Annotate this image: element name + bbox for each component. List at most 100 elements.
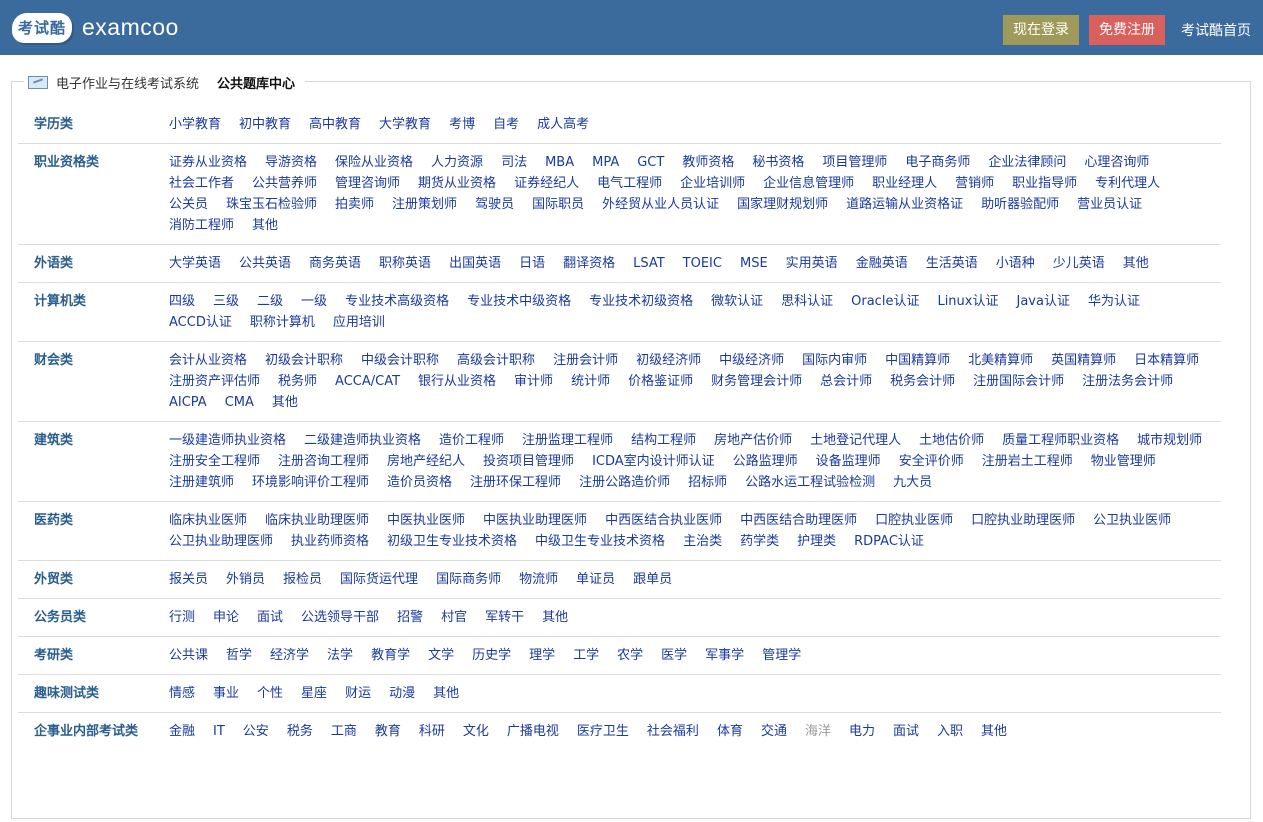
category-link[interactable]: 造价工程师 <box>439 430 504 451</box>
category-link[interactable]: 税务师 <box>278 371 317 392</box>
category-link[interactable]: 护理类 <box>797 531 836 552</box>
category-link[interactable]: 三级 <box>213 291 239 312</box>
category-link[interactable]: 电力 <box>849 721 875 742</box>
category-link[interactable]: 环境影响评价工程师 <box>252 472 369 493</box>
category-link[interactable]: 道路运输从业资格证 <box>846 194 963 215</box>
category-link[interactable]: MPA <box>592 152 619 173</box>
category-link[interactable]: 企业培训师 <box>680 173 745 194</box>
category-link[interactable]: 设备监理师 <box>816 451 881 472</box>
category-link[interactable]: 土地登记代理人 <box>810 430 901 451</box>
category-link[interactable]: 报检员 <box>283 569 322 590</box>
category-link[interactable]: 财运 <box>345 683 371 704</box>
category-link[interactable]: 四级 <box>169 291 195 312</box>
category-link[interactable]: 司法 <box>501 152 527 173</box>
category-link[interactable]: ACCA/CAT <box>335 371 400 392</box>
category-link[interactable]: 大学英语 <box>169 253 221 274</box>
category-link[interactable]: 中国精算师 <box>885 350 950 371</box>
category-link[interactable]: 国际内审师 <box>802 350 867 371</box>
category-link[interactable]: 消防工程师 <box>169 215 234 236</box>
category-link[interactable]: Linux认证 <box>937 291 998 312</box>
category-link[interactable]: 注册咨询工程师 <box>278 451 369 472</box>
home-link[interactable]: 考试酷首页 <box>1181 20 1251 40</box>
category-link[interactable]: 初级卫生专业技术资格 <box>387 531 517 552</box>
category-link[interactable]: 注册策划师 <box>392 194 457 215</box>
login-button[interactable]: 现在登录 <box>1003 15 1079 45</box>
category-link[interactable]: 考博 <box>449 114 475 135</box>
category-link[interactable]: 证券从业资格 <box>169 152 247 173</box>
category-link[interactable]: RDPAC认证 <box>854 531 924 552</box>
category-link[interactable]: 外经贸从业人员认证 <box>602 194 719 215</box>
category-link[interactable]: 跟单员 <box>633 569 672 590</box>
category-link[interactable]: 理学 <box>529 645 555 666</box>
category-link[interactable]: 税务 <box>287 721 313 742</box>
category-link[interactable]: 口腔执业医师 <box>875 510 953 531</box>
category-link[interactable]: 其他 <box>1123 253 1149 274</box>
category-link[interactable]: 金融英语 <box>856 253 908 274</box>
category-link[interactable]: 职业指导师 <box>1012 173 1077 194</box>
category-link[interactable]: 职称英语 <box>379 253 431 274</box>
category-link[interactable]: 导游资格 <box>265 152 317 173</box>
category-link[interactable]: 专利代理人 <box>1095 173 1160 194</box>
category-link[interactable]: 公安 <box>243 721 269 742</box>
category-link[interactable]: 二级 <box>257 291 283 312</box>
category-link[interactable]: 国际货运代理 <box>340 569 418 590</box>
category-link[interactable]: 注册岩土工程师 <box>982 451 1073 472</box>
category-link[interactable]: 物业管理师 <box>1091 451 1156 472</box>
category-link[interactable]: 军转干 <box>485 607 524 628</box>
category-link[interactable]: 公共营养师 <box>252 173 317 194</box>
category-link[interactable]: 少儿英语 <box>1053 253 1105 274</box>
register-button[interactable]: 免费注册 <box>1089 15 1165 45</box>
category-link[interactable]: 注册环保工程师 <box>470 472 561 493</box>
category-link[interactable]: 社会福利 <box>647 721 699 742</box>
category-link[interactable]: 应用培训 <box>333 312 385 333</box>
category-link[interactable]: 科研 <box>419 721 445 742</box>
category-link[interactable]: LSAT <box>633 253 665 274</box>
category-link[interactable]: 星座 <box>301 683 327 704</box>
category-link[interactable]: 管理学 <box>762 645 801 666</box>
category-link[interactable]: 注册建筑师 <box>169 472 234 493</box>
category-link[interactable]: 中西医结合执业医师 <box>605 510 722 531</box>
category-link[interactable]: 人力资源 <box>431 152 483 173</box>
system-link[interactable]: 电子作业与在线考试系统 <box>56 73 199 92</box>
category-link[interactable]: 统计师 <box>571 371 610 392</box>
category-link[interactable]: 法学 <box>327 645 353 666</box>
category-link[interactable]: 日本精算师 <box>1134 350 1199 371</box>
category-link[interactable]: 投资项目管理师 <box>483 451 574 472</box>
category-link[interactable]: 商务英语 <box>309 253 361 274</box>
category-link[interactable]: Java认证 <box>1016 291 1069 312</box>
category-link[interactable]: 微软认证 <box>711 291 763 312</box>
category-link[interactable]: 驾驶员 <box>475 194 514 215</box>
category-link[interactable]: 入职 <box>937 721 963 742</box>
category-link[interactable]: 房地产经纪人 <box>387 451 465 472</box>
category-link[interactable]: 职称计算机 <box>250 312 315 333</box>
category-link[interactable]: 面试 <box>257 607 283 628</box>
category-link[interactable]: 营业员认证 <box>1077 194 1142 215</box>
category-link[interactable]: 财务管理会计师 <box>711 371 802 392</box>
category-link[interactable]: 北美精算师 <box>968 350 1033 371</box>
category-link[interactable]: 注册国际会计师 <box>973 371 1064 392</box>
category-link[interactable]: 其他 <box>252 215 278 236</box>
category-link[interactable]: 教育学 <box>371 645 410 666</box>
category-link[interactable]: 造价员资格 <box>387 472 452 493</box>
category-link[interactable]: 自考 <box>493 114 519 135</box>
category-link[interactable]: MSE <box>740 253 768 274</box>
category-link[interactable]: ICDA室内设计师认证 <box>592 451 715 472</box>
category-link[interactable]: 日语 <box>519 253 545 274</box>
category-link[interactable]: Oracle认证 <box>851 291 919 312</box>
category-link[interactable]: 动漫 <box>389 683 415 704</box>
category-link[interactable]: 中西医结合助理医师 <box>740 510 857 531</box>
category-link[interactable]: 高级会计职称 <box>457 350 535 371</box>
category-link[interactable]: 招标师 <box>688 472 727 493</box>
category-link[interactable]: 土地估价师 <box>919 430 984 451</box>
category-link[interactable]: 公关员 <box>169 194 208 215</box>
category-link[interactable]: 一级 <box>301 291 327 312</box>
category-link[interactable]: 拍卖师 <box>335 194 374 215</box>
category-link[interactable]: 工学 <box>573 645 599 666</box>
category-link[interactable]: 保险从业资格 <box>335 152 413 173</box>
category-link[interactable]: 单证员 <box>576 569 615 590</box>
category-link[interactable]: 金融 <box>169 721 195 742</box>
category-link[interactable]: 药学类 <box>740 531 779 552</box>
category-link[interactable]: 公共课 <box>169 645 208 666</box>
category-link[interactable]: 主治类 <box>683 531 722 552</box>
category-link[interactable]: 项目管理师 <box>822 152 887 173</box>
